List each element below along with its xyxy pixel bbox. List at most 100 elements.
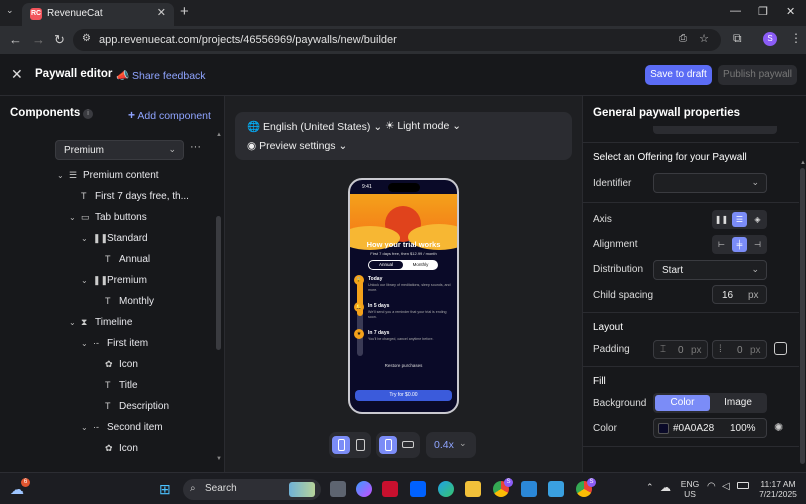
phone-preview[interactable]: 9:41 How your trial works First 7 days f… (348, 178, 459, 414)
close-editor-icon[interactable]: ✕ (11, 66, 23, 83)
back-icon[interactable]: ← (9, 32, 22, 47)
portrait-orientation-icon[interactable] (379, 436, 397, 454)
align-left-icon[interactable]: ⊢ (714, 237, 729, 252)
wifi-icon[interactable]: ◠ (707, 481, 716, 492)
tree-chevron-icon[interactable]: ⌄ (69, 213, 81, 222)
scroll-up-icon[interactable]: ▲ (800, 160, 806, 166)
align-right-icon[interactable]: ⊣ (750, 237, 765, 252)
tree-item[interactable]: ⌄ ☰ Premium content (0, 166, 212, 187)
identifier-select[interactable]: ⌄ (653, 173, 767, 193)
tab-monthly[interactable]: Monthly (404, 261, 437, 269)
padding-individual-icon[interactable] (774, 342, 787, 355)
axis-vertical-icon[interactable]: ☰ (732, 212, 747, 227)
eyedropper-icon[interactable]: ✺ (774, 421, 783, 434)
file-explorer-icon[interactable] (465, 481, 481, 497)
install-app-icon[interactable]: ⎙ (679, 33, 687, 44)
color-input[interactable]: #0A0A28 100% (653, 418, 767, 438)
language-indicator[interactable]: ENG US (680, 479, 700, 499)
distribution-select[interactable]: Start ⌄ (653, 260, 767, 280)
clock[interactable]: 11:17 AM 7/21/2025 (756, 479, 800, 499)
edge-icon[interactable] (438, 481, 454, 497)
restore-purchases-link[interactable]: Restore purchases (350, 363, 457, 368)
more-options-icon[interactable]: ··· (190, 141, 201, 153)
minimize-icon[interactable]: — (730, 5, 741, 17)
tree-chevron-icon[interactable]: ⌄ (81, 423, 93, 432)
cta-button[interactable]: Try for $0.00 (355, 390, 452, 401)
profile-avatar[interactable]: S (763, 32, 777, 46)
tree-item[interactable]: T First 7 days free, th... (0, 187, 212, 208)
dropbox-icon[interactable] (410, 481, 426, 497)
tablet-device-icon[interactable] (351, 436, 369, 454)
tree-item[interactable]: ⌄ ❚❚Premium (0, 271, 212, 292)
bookmark-star-icon[interactable]: ☆ (699, 32, 709, 45)
scroll-up-icon[interactable]: ▲ (216, 132, 222, 138)
tree-item[interactable]: ⌄ ·- First item (0, 334, 212, 355)
browser-menu-icon[interactable]: ⋮ (790, 31, 802, 45)
forward-icon[interactable]: → (32, 32, 45, 47)
start-windows-icon[interactable]: ⊞ (159, 481, 171, 498)
padding-horizontal-input[interactable]: ⁞ 0 px (712, 340, 767, 359)
mcafee-icon[interactable] (382, 481, 398, 497)
tree-item[interactable]: ✿ Icon (0, 439, 212, 460)
package-select[interactable]: Premium ⌄ (55, 140, 184, 160)
properties-scrollbar[interactable] (800, 168, 805, 464)
preview-settings-select[interactable]: ◉ Preview settings ⌄ (247, 140, 347, 152)
landscape-orientation-icon[interactable] (399, 436, 417, 454)
save-draft-button[interactable]: Save to draft (645, 65, 712, 85)
bg-image-tab[interactable]: Image (711, 395, 765, 411)
align-center-icon[interactable]: ╪ (732, 237, 747, 252)
taskbar-search[interactable]: ⌕ Search (183, 479, 321, 500)
browser-tab[interactable]: RC RevenueCat ✕ (22, 3, 174, 26)
tray-chevron-icon[interactable]: ⌃ (646, 482, 654, 493)
scroll-down-icon[interactable]: ▼ (216, 456, 222, 462)
info-icon[interactable]: i (83, 109, 93, 119)
tree-item[interactable]: T Annual (0, 250, 212, 271)
tree-item[interactable]: ✿ Icon (0, 355, 212, 376)
tree-item[interactable]: ⌄ ·- Second item (0, 418, 212, 439)
tab-list-chevron-icon[interactable]: ⌄ (6, 5, 14, 16)
share-feedback-link[interactable]: 📣 Share feedback (116, 69, 206, 82)
axis-horizontal-icon[interactable]: ❚❚ (714, 212, 729, 227)
tree-item[interactable]: T Monthly (0, 292, 212, 313)
volume-icon[interactable]: ◁ (722, 481, 730, 492)
tab-annual[interactable]: Annual (369, 261, 403, 269)
tree-node-icon: T (81, 191, 87, 201)
battery-icon[interactable] (737, 482, 749, 489)
tree-chevron-icon[interactable]: ⌄ (57, 171, 69, 180)
tree-item[interactable]: ⌄ ⧗ Timeline (0, 313, 212, 334)
language-select[interactable]: 🌐 English (United States) ⌄ (247, 120, 382, 133)
tree-item[interactable]: ⌄ ❚❚Standard (0, 229, 212, 250)
tab-close-icon[interactable]: ✕ (157, 6, 166, 19)
extensions-icon[interactable]: ⧉ (733, 31, 742, 46)
notepad-icon[interactable] (521, 481, 537, 497)
components-scrollbar[interactable] (216, 216, 221, 350)
maximize-icon[interactable]: ❐ (758, 5, 768, 18)
add-component-button[interactable]: + Add component (128, 108, 211, 122)
tree-chevron-icon[interactable]: ⌄ (69, 318, 81, 327)
axis-stack-icon[interactable]: ◈ (750, 212, 765, 227)
tree-item[interactable]: T Title (0, 376, 212, 397)
padding-vertical-input[interactable]: ⌶ 0 px (653, 340, 708, 359)
tree-node-icon: T (105, 254, 111, 264)
color-swatch[interactable] (658, 423, 669, 434)
bg-color-tab[interactable]: Color (655, 395, 710, 411)
zoom-select[interactable]: 0.4x ⌄ (426, 432, 476, 458)
window-close-icon[interactable]: ✕ (786, 5, 795, 18)
child-spacing-input[interactable]: 16 px (712, 285, 767, 304)
task-view-icon[interactable] (330, 481, 346, 497)
portrait-device-icon[interactable] (332, 436, 350, 454)
publish-button[interactable]: Publish paywall (718, 65, 797, 85)
omnibox[interactable]: ⚙ app.revenuecat.com/projects/46556969/p… (73, 29, 721, 51)
onedrive-icon[interactable]: ☁ (660, 481, 671, 494)
reload-icon[interactable]: ↻ (54, 32, 65, 48)
copilot-icon[interactable] (356, 481, 372, 497)
paint-icon[interactable] (548, 481, 564, 497)
tree-chevron-icon[interactable]: ⌄ (81, 339, 93, 348)
site-info-icon[interactable]: ⚙ (82, 33, 91, 44)
tree-item[interactable]: ⌄ ▭ Tab buttons (0, 208, 212, 229)
tree-chevron-icon[interactable]: ⌄ (81, 234, 93, 243)
tree-chevron-icon[interactable]: ⌄ (81, 276, 93, 285)
tree-item[interactable]: T Description (0, 397, 212, 418)
new-tab-icon[interactable]: + (180, 3, 189, 20)
theme-select[interactable]: ☀ Light mode ⌄ (385, 120, 461, 132)
